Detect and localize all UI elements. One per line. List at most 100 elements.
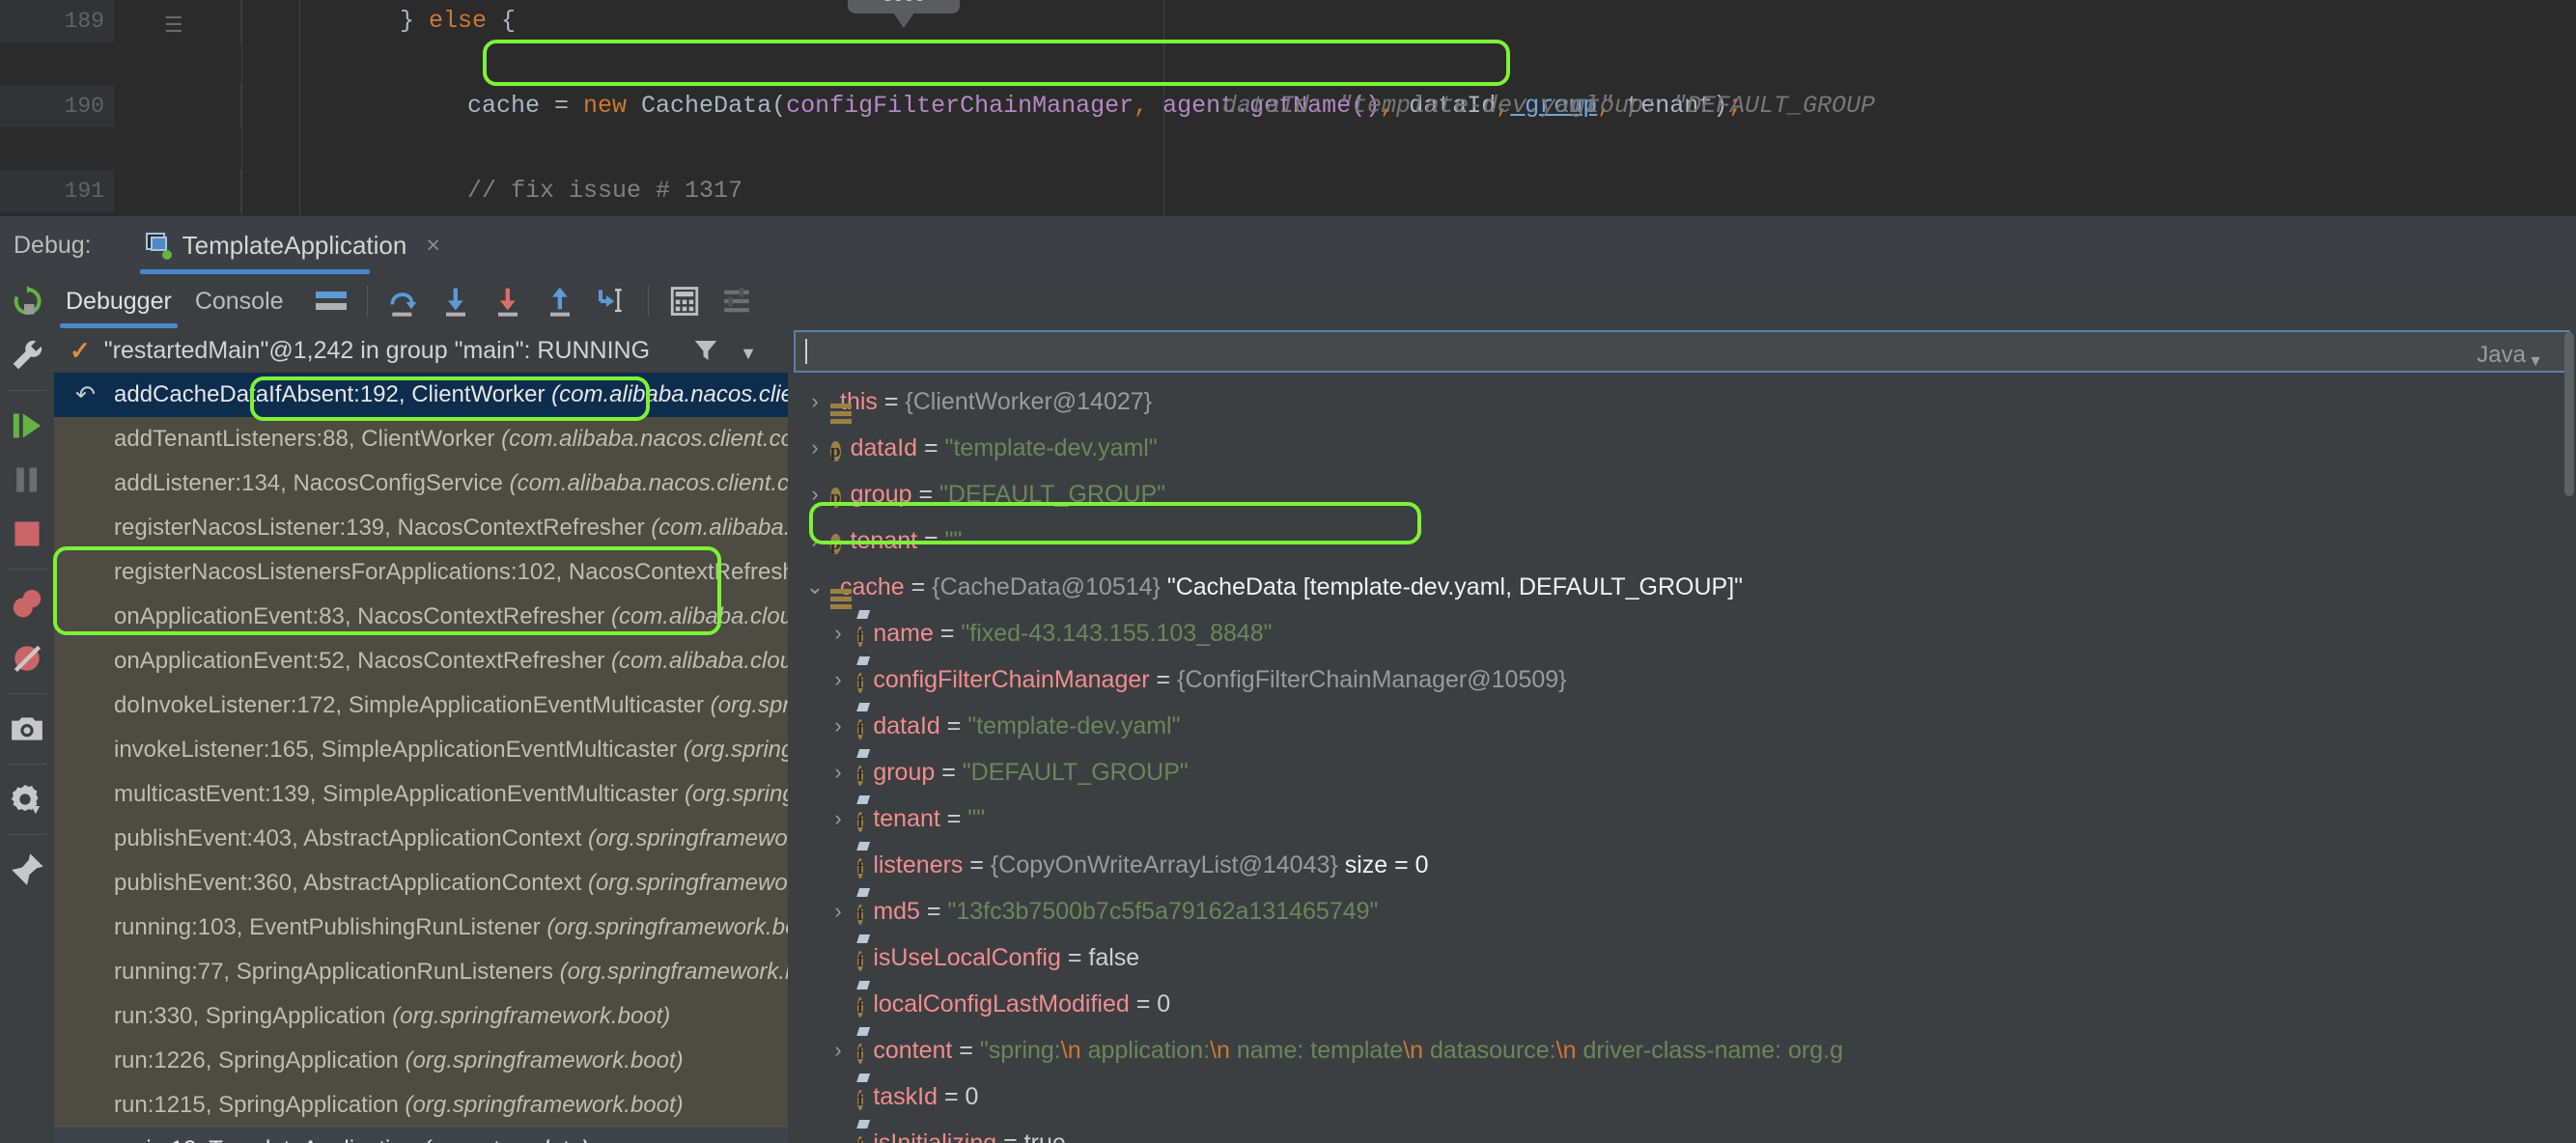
code-line-189[interactable]: 189 ☰ } else {	[0, 0, 2576, 42]
frame-row[interactable]: publishEvent:360, AbstractApplicationCon…	[54, 861, 788, 906]
code-editor[interactable]: 189 ☰ } else { 190 cache = new CacheData…	[0, 0, 2576, 382]
code-line-191[interactable]: 191 // fix issue # 1317	[0, 170, 2576, 212]
frames-panel[interactable]: ✓ "restartedMain"@1,242 in group "main":…	[54, 328, 788, 1143]
frames-list[interactable]: ↶ addCacheDataIfAbsent:192, ClientWorker …	[54, 373, 788, 1143]
variable-row[interactable]: ⌄ cache = {CacheData@10514} "CacheData [t…	[788, 564, 2576, 610]
stop-icon[interactable]	[0, 507, 54, 561]
variable-row[interactable]: › f content = "spring:\n application:\n na…	[788, 1027, 2576, 1073]
variable-row[interactable]: f taskId = 0	[788, 1073, 2576, 1120]
frame-row[interactable]: run:1226, SpringApplication (org.springf…	[54, 1039, 788, 1083]
frame-row[interactable]: invokeListener:165, SimpleApplicationEve…	[54, 728, 788, 772]
chevron-right-icon[interactable]: ›	[803, 517, 826, 564]
chevron-right-icon[interactable]: ›	[826, 703, 850, 749]
step-over-icon[interactable]	[382, 280, 425, 322]
debug-session-tab[interactable]: TemplateApplication ×	[136, 216, 450, 274]
variable-row[interactable]: › f dataId = "template-dev.yaml"	[788, 703, 2576, 749]
variable-row[interactable]: fisInitializing = true	[788, 1120, 2576, 1143]
variables-panel[interactable]: Java ▼ › this = {ClientWorker@14027} › p dat…	[788, 328, 2576, 1143]
code-line-190[interactable]: 190 cache = new CacheData(configFilterCh…	[0, 85, 2576, 127]
variable-row[interactable]: › f md5 = "13fc3b7500b7c5f5a79162a13146574…	[788, 888, 2576, 934]
variable-content: f tenant = ""	[856, 795, 985, 833]
variable-content: p dataId = "template-dev.yaml"	[830, 434, 1158, 462]
variable-row[interactable]: › f tenant = ""	[788, 795, 2576, 842]
chevron-right-icon[interactable]: ›	[826, 610, 850, 656]
variables-tree[interactable]: › this = {ClientWorker@14027} › p dataId = "…	[788, 378, 2576, 1143]
frame-row[interactable]: onApplicationEvent:52, NacosContextRefre…	[54, 639, 788, 683]
frame-row[interactable]: onApplicationEvent:83, NacosContextRefre…	[54, 595, 788, 639]
variable-row[interactable]: › p group = "DEFAULT_GROUP"	[788, 471, 2576, 517]
variable-row[interactable]: › p tenant = ""	[788, 517, 2576, 564]
view-breakpoints-icon[interactable]	[0, 577, 54, 631]
variable-row[interactable]: › p dataId = "template-dev.yaml"	[788, 425, 2576, 471]
chevron-down-icon[interactable]: ▼	[2528, 353, 2543, 371]
thread-selector[interactable]: ✓ "restartedMain"@1,242 in group "main":…	[54, 328, 788, 373]
filter-icon[interactable]	[691, 336, 720, 365]
frame-row[interactable]: doInvokeListener:172, SimpleApplicationE…	[54, 683, 788, 728]
chevron-right-icon[interactable]: ›	[803, 471, 826, 517]
frame-row[interactable]: addTenantListeners:88, ClientWorker (com…	[54, 417, 788, 461]
gear-icon[interactable]: ▼	[0, 772, 54, 826]
thread-label: "restartedMain"@1,242 in group "main": R…	[103, 336, 651, 364]
scrollbar-vertical[interactable]	[2564, 332, 2574, 496]
step-out-icon[interactable]	[539, 280, 581, 322]
frame-row[interactable]: addListener:134, NacosConfigService (com…	[54, 461, 788, 506]
chevron-right-icon[interactable]: ›	[826, 1027, 850, 1073]
variable-row[interactable]: › f configFilterChainManager = {ConfigFilt…	[788, 656, 2576, 703]
force-step-into-icon[interactable]	[487, 280, 529, 322]
variable-row[interactable]: f localConfigLastModified = 0	[788, 981, 2576, 1027]
variable-equals: =	[877, 388, 906, 415]
frame-package: (org.springframework.boot.context.event)	[546, 914, 788, 940]
evaluate-expression-icon[interactable]	[663, 280, 706, 322]
frame-row[interactable]: registerNacosListenersForApplications:10…	[54, 550, 788, 595]
fold-gutter[interactable]: ☰	[114, 0, 241, 42]
close-icon[interactable]: ×	[426, 232, 440, 260]
fold-gutter[interactable]	[114, 85, 241, 127]
chevron-right-icon[interactable]: ›	[826, 888, 850, 934]
variable-row[interactable]: › this = {ClientWorker@14027}	[788, 378, 2576, 425]
chevron-down-icon[interactable]: ⌄	[803, 564, 826, 610]
step-into-icon[interactable]	[434, 280, 477, 322]
evaluate-expression-input[interactable]: Java ▼	[794, 330, 2570, 373]
chevron-right-icon[interactable]: ›	[803, 425, 826, 471]
debug-toolwindow-header: Debug: TemplateApplication ×	[0, 216, 2576, 274]
fold-gutter[interactable]	[114, 170, 241, 212]
frame-row[interactable]: run:1215, SpringApplication (org.springf…	[54, 1083, 788, 1128]
frame-row[interactable]: registerNacosListener:139, NacosContextR…	[54, 506, 788, 550]
frame-row[interactable]: ↶ addCacheDataIfAbsent:192, ClientWorker …	[54, 373, 788, 417]
camera-icon[interactable]	[0, 702, 54, 756]
frame-row[interactable]: run:330, SpringApplication (org.springfr…	[54, 994, 788, 1039]
variable-value: {ConfigFilterChainManager@10509}	[1177, 666, 1567, 693]
pause-program-icon[interactable]	[0, 453, 54, 507]
frame-row[interactable]: multicastEvent:139, SimpleApplicationEve…	[54, 772, 788, 817]
variable-row[interactable]: › f name = "fixed-43.143.155.103_8848"	[788, 610, 2576, 656]
tab-console[interactable]: Console	[183, 274, 295, 328]
chevron-right-icon[interactable]: ›	[826, 795, 850, 842]
rerun-icon[interactable]	[0, 274, 54, 328]
chevron-right-icon[interactable]: ›	[826, 656, 850, 703]
text-caret	[805, 339, 807, 364]
field-icon: f	[856, 934, 871, 981]
run-to-cursor-icon[interactable]	[591, 280, 633, 322]
frame-row[interactable]: main:13, TemplateApplication (cn.qz.temp…	[54, 1128, 788, 1143]
pin-icon[interactable]	[0, 843, 54, 897]
frame-row[interactable]: running:103, EventPublishingRunListener …	[54, 906, 788, 950]
variable-value: "template-dev.yaml"	[944, 434, 1158, 461]
variable-row[interactable]: f isUseLocalConfig = false	[788, 934, 2576, 981]
mute-breakpoints-icon[interactable]	[0, 631, 54, 685]
chevron-right-icon[interactable]: ›	[803, 378, 826, 425]
wrench-icon[interactable]	[0, 328, 54, 382]
variable-row[interactable]: f listeners = {CopyOnWriteArrayList@14043…	[788, 842, 2576, 888]
tab-debugger[interactable]: Debugger	[54, 274, 183, 328]
frames-icon[interactable]	[310, 280, 352, 322]
chevron-right-icon[interactable]: ›	[826, 749, 850, 795]
variable-name: tenant	[873, 805, 940, 832]
variable-value: false	[1088, 944, 1140, 971]
variable-value: "spring:\n application:\n name: template…	[979, 1037, 1843, 1064]
resume-program-icon[interactable]	[0, 399, 54, 453]
frame-row[interactable]: running:77, SpringApplicationRunListener…	[54, 950, 788, 994]
frame-row[interactable]: publishEvent:403, AbstractApplicationCon…	[54, 817, 788, 861]
variable-row[interactable]: › f group = "DEFAULT_GROUP"	[788, 749, 2576, 795]
chevron-down-icon[interactable]: ▼	[740, 344, 757, 364]
settings-list-icon[interactable]	[715, 280, 758, 322]
variable-equals: =	[917, 527, 945, 554]
